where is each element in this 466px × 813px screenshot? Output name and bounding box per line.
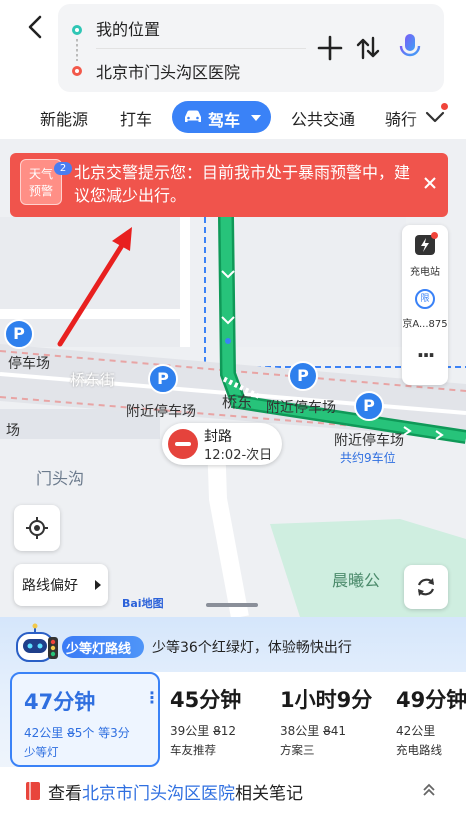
car-icon: [185, 110, 201, 122]
notes-suffix: 相关笔记: [235, 784, 303, 804]
charging-station-icon[interactable]: [415, 232, 438, 255]
parking-icon[interactable]: P: [4, 319, 34, 349]
weather-alert-banner[interactable]: 天气 预警 2 北京交警提示您：目前我市处于暴雨预警中，建议您减少出行。: [10, 153, 448, 217]
route-time: 49分钟: [396, 688, 466, 712]
route-tag: 车友推荐: [170, 743, 216, 757]
route-preference-label: 路线偏好: [22, 578, 78, 594]
alert-count-badge: 2: [54, 162, 72, 175]
road-closure-marker[interactable]: 封路 12:02-次日: [162, 423, 282, 465]
fewer-lights-badge: 少等灯路线: [62, 636, 144, 658]
fewer-lights-tip: 少等36个红绿灯，体验畅快出行: [152, 640, 352, 656]
collapse-chevron-icon[interactable]: [420, 781, 438, 799]
start-dot-icon: [72, 25, 82, 35]
tab-drive-label: 驾车: [208, 111, 241, 130]
notification-dot: [441, 103, 448, 110]
end-dot-icon: [72, 66, 82, 76]
route-tag: 充电路线: [396, 743, 442, 757]
parking-icon[interactable]: P: [148, 364, 178, 394]
route-tag: 少等灯: [24, 745, 59, 759]
divider: [96, 48, 306, 49]
route-detail: 39公里 8̶12: [170, 724, 236, 738]
notes-book-icon: [26, 782, 40, 800]
refresh-icon: [417, 578, 435, 596]
start-location-field[interactable]: 我的位置: [96, 16, 160, 40]
baidu-map-logo: Bai地图: [122, 597, 164, 610]
add-waypoint-icon[interactable]: [316, 34, 344, 62]
voice-input-icon[interactable]: [396, 32, 424, 60]
route-card[interactable]: 45分钟 39公里 8̶12 车友推荐: [160, 672, 270, 767]
notes-prefix: 查看: [48, 784, 82, 804]
more-tabs-chevron-icon[interactable]: [424, 103, 448, 125]
route-card[interactable]: 49分钟 42公里 充电路线: [386, 672, 466, 767]
tab-public-transit[interactable]: 公共交通: [291, 106, 355, 130]
map-label-parking: 附近停车场: [126, 404, 196, 420]
map-label-street: 桥东: [222, 393, 253, 411]
locate-icon: [26, 517, 48, 539]
tab-drive[interactable]: 驾车: [172, 101, 271, 133]
route-input-box: 我的位置 北京市门头沟区医院: [58, 4, 444, 92]
route-header: 我的位置 北京市门头沟区医院: [0, 0, 466, 97]
locate-button[interactable]: [14, 505, 60, 551]
route-panel: 少等灯路线 少等36个红绿灯，体验畅快出行 47分钟 ⋮ 42公里 8̶5个 等…: [0, 617, 466, 813]
dropdown-caret-icon: [251, 115, 261, 121]
route-time: 47分钟: [24, 690, 96, 714]
map-view[interactable]: 天气 预警 2 北京交警提示您：目前我市处于暴雨预警中，建议您减少出行。 充电站…: [0, 139, 466, 617]
route-detail: 38公里 8̶41: [280, 724, 346, 738]
notes-text: 查看北京市门头沟区医院相关笔记: [48, 779, 303, 804]
parking-icon[interactable]: P: [288, 361, 318, 391]
plate-number-label[interactable]: 京A...875: [402, 315, 448, 330]
swap-route-icon[interactable]: [354, 34, 382, 62]
route-preference-button[interactable]: 路线偏好: [14, 564, 108, 606]
map-label-edge: 场: [6, 423, 20, 439]
parking-icon[interactable]: P: [354, 391, 384, 421]
route-time: 1小时9分: [280, 688, 373, 712]
drag-handle[interactable]: [206, 603, 258, 607]
no-entry-icon: [168, 429, 198, 459]
map-label-parking: 附近停车场: [266, 400, 336, 416]
closure-time: 12:02-次日: [204, 448, 273, 463]
traffic-limit-icon[interactable]: 限: [415, 289, 435, 309]
robot-mascot-icon: [14, 623, 60, 669]
route-detail: 42公里: [396, 724, 436, 738]
map-label-area: 门头沟: [36, 469, 85, 488]
back-arrow-icon[interactable]: [24, 12, 48, 42]
caret-right-icon: [95, 580, 101, 590]
notes-place-link[interactable]: 北京市门头沟区医院: [82, 784, 235, 804]
more-options-icon[interactable]: ···: [402, 343, 448, 367]
charging-station-label[interactable]: 充电站: [402, 263, 448, 278]
fewer-lights-badge-label: 少等灯路线: [66, 642, 132, 657]
map-label-street: 桥东街: [70, 371, 116, 389]
map-label-parking: 附近停车场: [334, 433, 404, 449]
alert-message: 北京交警提示您：目前我市处于暴雨预警中，建议您减少出行。: [74, 163, 411, 205]
map-label-spaces: 共约9车位: [340, 451, 396, 465]
close-icon[interactable]: [420, 173, 440, 193]
transport-tabs: 新能源 打车 驾车 公共交通 骑行: [0, 97, 466, 139]
route-tag: 方案三: [280, 743, 315, 757]
map-tools-panel: 充电站 限 京A...875 ···: [402, 225, 448, 385]
route-time: 45分钟: [170, 688, 242, 712]
route-dash-line: [76, 39, 78, 61]
route-card[interactable]: 1小时9分 38公里 8̶41 方案三: [270, 672, 390, 767]
route-card-selected[interactable]: 47分钟 ⋮ 42公里 8̶5个 等3分 少等灯: [10, 672, 160, 767]
route-options: 47分钟 ⋮ 42公里 8̶5个 等3分 少等灯 45分钟 39公里 8̶12 …: [10, 672, 466, 767]
map-label-park: 晨曦公: [332, 571, 381, 590]
closure-title: 封路: [204, 429, 232, 445]
notification-dot: [431, 232, 438, 239]
end-location-field[interactable]: 北京市门头沟区医院: [96, 59, 240, 83]
badge-line-2: 预警: [28, 184, 53, 198]
route-detail: 42公里 8̶5个 等3分: [24, 726, 130, 740]
refresh-route-button[interactable]: [404, 565, 448, 609]
tab-taxi[interactable]: 打车: [120, 106, 152, 130]
related-notes-row[interactable]: 查看北京市门头沟区医院相关笔记: [0, 767, 466, 813]
map-label-parking: 停车场: [8, 356, 50, 372]
route-more-icon[interactable]: ⋮: [144, 688, 160, 707]
tab-new-energy[interactable]: 新能源: [40, 106, 88, 130]
